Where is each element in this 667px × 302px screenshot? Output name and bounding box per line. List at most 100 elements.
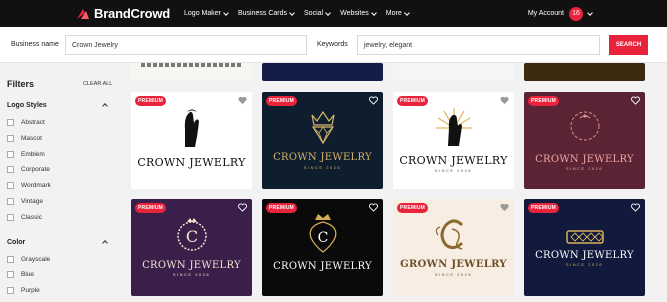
brand-logo[interactable]: BrandCrowd (76, 6, 170, 21)
logo-tagline: SINCE 2026 (565, 262, 604, 267)
account-menu[interactable]: My Account 16 (527, 0, 593, 27)
checkbox[interactable] (7, 214, 14, 221)
filter-wordmark[interactable]: Wordmark (7, 182, 51, 189)
logo-styles-title[interactable]: Logo Styles (7, 102, 47, 109)
heart-icon[interactable] (369, 203, 378, 212)
logo-name: CROWN JEWELRY (535, 250, 634, 261)
search-button[interactable]: SEARCH (609, 35, 648, 55)
filter-vintage[interactable]: Vintage (7, 198, 43, 205)
logo-tagline: SINCE 2026 (303, 165, 342, 170)
heart-icon[interactable] (369, 96, 378, 105)
hand-ring-icon (184, 109, 199, 147)
premium-badge: PREMIUM (135, 96, 167, 106)
premium-badge: PREMIUM (266, 203, 298, 213)
nav-label: Logo Maker (184, 10, 221, 17)
logo-text-partial (141, 63, 242, 67)
hand-sun-icon (435, 108, 472, 146)
logo-card-partial[interactable] (524, 63, 645, 81)
svg-text:C: C (317, 230, 328, 246)
logo-tagline: SINCE 2026 (565, 166, 604, 171)
logo-tagline: SINCE 2026 (434, 168, 473, 173)
chevron-down-icon (223, 9, 229, 16)
heart-icon[interactable] (500, 203, 509, 212)
clear-all-link[interactable]: CLEAR ALL (83, 81, 112, 87)
premium-badge: PREMIUM (135, 203, 167, 213)
heart-icon[interactable] (238, 203, 247, 212)
logo-card[interactable]: PREMIUM C CROWN JEWELRY (262, 199, 383, 296)
heart-icon[interactable] (500, 96, 509, 105)
checkbox[interactable] (7, 182, 14, 189)
logo-card[interactable]: PREMIUM CROWN JEWELRY SINCE 2026 (262, 92, 383, 189)
ring-wreath-icon (570, 111, 599, 141)
logo-card[interactable]: PREMIUM CROWN JEWELRY (131, 92, 252, 189)
logo-card-partial[interactable] (262, 63, 383, 81)
filter-label: Corporate (21, 166, 50, 173)
premium-badge: PREMIUM (266, 96, 298, 106)
filter-label: Classic (21, 214, 42, 221)
logo-tagline: SINCE 2026 (434, 272, 473, 277)
chevron-up-icon[interactable] (102, 103, 108, 109)
logo-card-partial[interactable] (131, 63, 252, 81)
checkbox[interactable] (7, 198, 14, 205)
keywords-input[interactable]: jewelry, elegant (357, 35, 600, 55)
chevron-down-icon (289, 9, 295, 16)
logo-card[interactable]: PREMIUM CROWN JEWELRY SINCE 2026 (393, 92, 514, 189)
premium-badge: PREMIUM (528, 96, 560, 106)
filter-label: Blue (21, 271, 35, 278)
nav-more[interactable]: More (386, 9, 410, 17)
logo-name: CROWN JEWELRY (137, 156, 246, 169)
filter-mascot[interactable]: Mascot (7, 135, 42, 142)
logo-card[interactable]: PREMIUM GROWN JEWELRY SINCE 2026 (393, 199, 514, 296)
filter-label: Abstract (21, 119, 45, 126)
checkbox[interactable] (7, 151, 14, 158)
nav-websites[interactable]: Websites (340, 9, 377, 17)
checkbox[interactable] (7, 166, 14, 173)
filter-blue[interactable]: Blue (7, 271, 34, 278)
filter-label: Emblem (21, 151, 45, 158)
color-title[interactable]: Color (7, 239, 25, 246)
filter-classic[interactable]: Classic (7, 214, 42, 221)
checkbox[interactable] (7, 271, 14, 278)
heart-icon[interactable] (631, 203, 640, 212)
account-count-badge: 16 (569, 6, 583, 21)
checkbox[interactable] (7, 256, 14, 263)
heart-icon[interactable] (238, 96, 247, 105)
flourish-monogram-icon (435, 219, 463, 250)
logo-card-partial[interactable] (393, 63, 514, 81)
chevron-up-icon[interactable] (102, 240, 108, 246)
logo-name: CROWN JEWELRY (535, 154, 634, 165)
nav-business-cards[interactable]: Business Cards (237, 9, 295, 17)
filter-label: Vintage (21, 198, 43, 205)
nav-logo-maker[interactable]: Logo Maker (184, 9, 229, 17)
logo-card[interactable]: PREMIUM C CROWN JEWELRY SINCE 2026 (131, 199, 252, 296)
filter-emblem[interactable]: Emblem (7, 151, 45, 158)
diamond-crown-icon (310, 110, 335, 145)
checkbox[interactable] (7, 119, 14, 126)
business-name-input[interactable]: Crown Jewelry (65, 35, 307, 55)
account-label: My Account (527, 10, 564, 17)
filter-grayscale[interactable]: Grayscale (7, 256, 50, 263)
checkbox[interactable] (7, 287, 14, 294)
filter-purple[interactable]: Purple (7, 287, 40, 294)
gem-ring-icon (565, 230, 604, 244)
logo-card[interactable]: PREMIUM CROWN JEWELRY SINCE 2026 (524, 199, 645, 296)
filter-label: Wordmark (21, 182, 51, 189)
main-nav: Logo Maker Business Cards Social Website… (184, 9, 419, 17)
checkbox[interactable] (7, 135, 14, 142)
logo-card[interactable]: PREMIUM CROWN JEWELRY SINCE 2026 (524, 92, 645, 189)
svg-text:C: C (185, 227, 197, 246)
nav-label: Business Cards (237, 10, 288, 17)
heart-icon[interactable] (631, 96, 640, 105)
filter-corporate[interactable]: Corporate (7, 166, 50, 173)
search-bar: Business name Crown Jewelry Keywords jew… (0, 27, 667, 63)
filter-label: Purple (21, 287, 40, 294)
filter-label: Mascot (21, 135, 42, 142)
premium-badge: PREMIUM (397, 203, 429, 213)
chevron-down-icon (403, 9, 410, 16)
letter-c-emblem-icon: C (176, 218, 207, 251)
nav-label: Social (304, 10, 324, 17)
nav-social[interactable]: Social (304, 9, 331, 17)
chevron-down-icon (370, 9, 377, 16)
filters-title: Filters (7, 79, 35, 89)
filter-abstract[interactable]: Abstract (7, 119, 45, 126)
